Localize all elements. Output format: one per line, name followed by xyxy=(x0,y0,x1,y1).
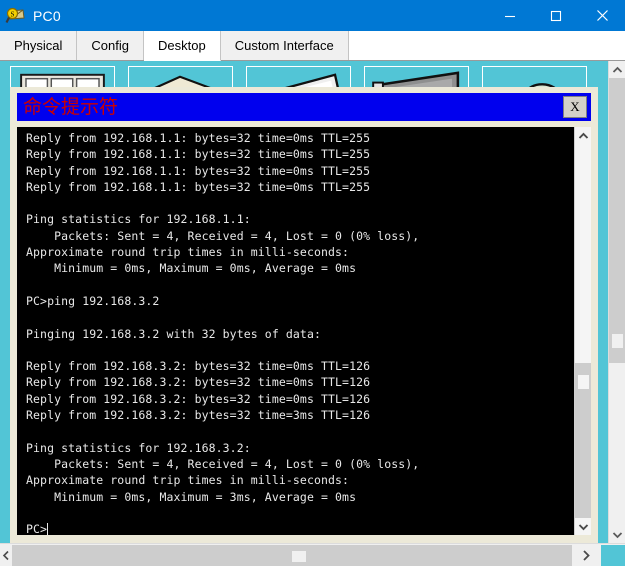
chevron-up-icon xyxy=(612,66,622,73)
chevron-right-icon xyxy=(583,550,590,561)
window-controls xyxy=(487,0,625,31)
terminal-area[interactable]: Reply from 192.168.1.1: bytes=32 time=0m… xyxy=(17,127,591,535)
terminal-scroll-up-button[interactable] xyxy=(575,127,591,144)
maximize-button[interactable] xyxy=(533,0,579,31)
chevron-left-icon xyxy=(2,550,9,561)
panel-horizontal-scrollbar[interactable] xyxy=(0,543,625,566)
panel-scroll-down-button[interactable] xyxy=(609,526,625,543)
maximize-icon xyxy=(550,10,562,21)
scrollbar-corner xyxy=(601,545,625,566)
cmd-close-label: X xyxy=(570,99,580,114)
minimize-button[interactable] xyxy=(487,0,533,31)
panel-scroll-left-button[interactable] xyxy=(0,545,12,566)
tab-custom-interface[interactable]: Custom Interface xyxy=(220,31,349,60)
window-title: PC0 xyxy=(33,7,61,24)
close-button[interactable] xyxy=(579,0,625,31)
panel-vertical-scrollbar[interactable] xyxy=(608,61,625,543)
terminal-thumb-grip xyxy=(578,375,589,389)
cmd-close-button[interactable]: X xyxy=(563,96,587,118)
tab-desktop-label: Desktop xyxy=(158,38,206,53)
terminal-scroll-thumb[interactable] xyxy=(575,363,591,518)
terminal-vertical-scrollbar[interactable] xyxy=(574,127,591,535)
cmd-title: 命令提示符 xyxy=(23,95,119,118)
tab-physical-label: Physical xyxy=(14,38,63,53)
panel-horizontal-scroll-thumb[interactable] xyxy=(12,545,572,566)
packet-tracer-inspect-icon: S xyxy=(5,5,27,27)
panel-vertical-thumb-grip xyxy=(612,334,623,348)
panel-vertical-scroll-thumb[interactable] xyxy=(609,78,625,363)
window-titlebar[interactable]: S PC0 xyxy=(0,0,625,31)
pc0-device-window: S PC0 Physical Config Desktop Custom Int… xyxy=(0,0,625,566)
panel-scroll-right-button[interactable] xyxy=(572,545,601,566)
cmd-titlebar[interactable]: 命令提示符 X xyxy=(17,93,591,121)
tab-physical[interactable]: Physical xyxy=(0,31,78,60)
minimize-icon xyxy=(505,15,515,17)
panel-scroll-up-button[interactable] xyxy=(609,61,625,78)
chevron-down-icon xyxy=(578,523,588,530)
tab-desktop[interactable]: Desktop xyxy=(144,31,221,61)
svg-text:S: S xyxy=(11,10,15,18)
command-prompt-window: 命令提示符 X Reply from 192.168.1.1: bytes=32… xyxy=(10,87,598,543)
panel-horizontal-thumb-grip xyxy=(292,551,306,562)
terminal-cursor xyxy=(47,523,49,535)
tabstrip-filler xyxy=(348,31,625,61)
terminal-scroll-down-button[interactable] xyxy=(575,518,591,535)
tab-custom-interface-label: Custom Interface xyxy=(234,38,334,53)
device-tabs: Physical Config Desktop Custom Interface xyxy=(0,31,625,61)
chevron-up-icon xyxy=(578,132,588,139)
chevron-down-icon xyxy=(612,531,622,538)
tab-config-label: Config xyxy=(91,38,129,53)
tab-config[interactable]: Config xyxy=(77,31,144,60)
terminal-output: Reply from 192.168.1.1: bytes=32 time=0m… xyxy=(26,131,420,535)
close-icon xyxy=(596,10,608,21)
